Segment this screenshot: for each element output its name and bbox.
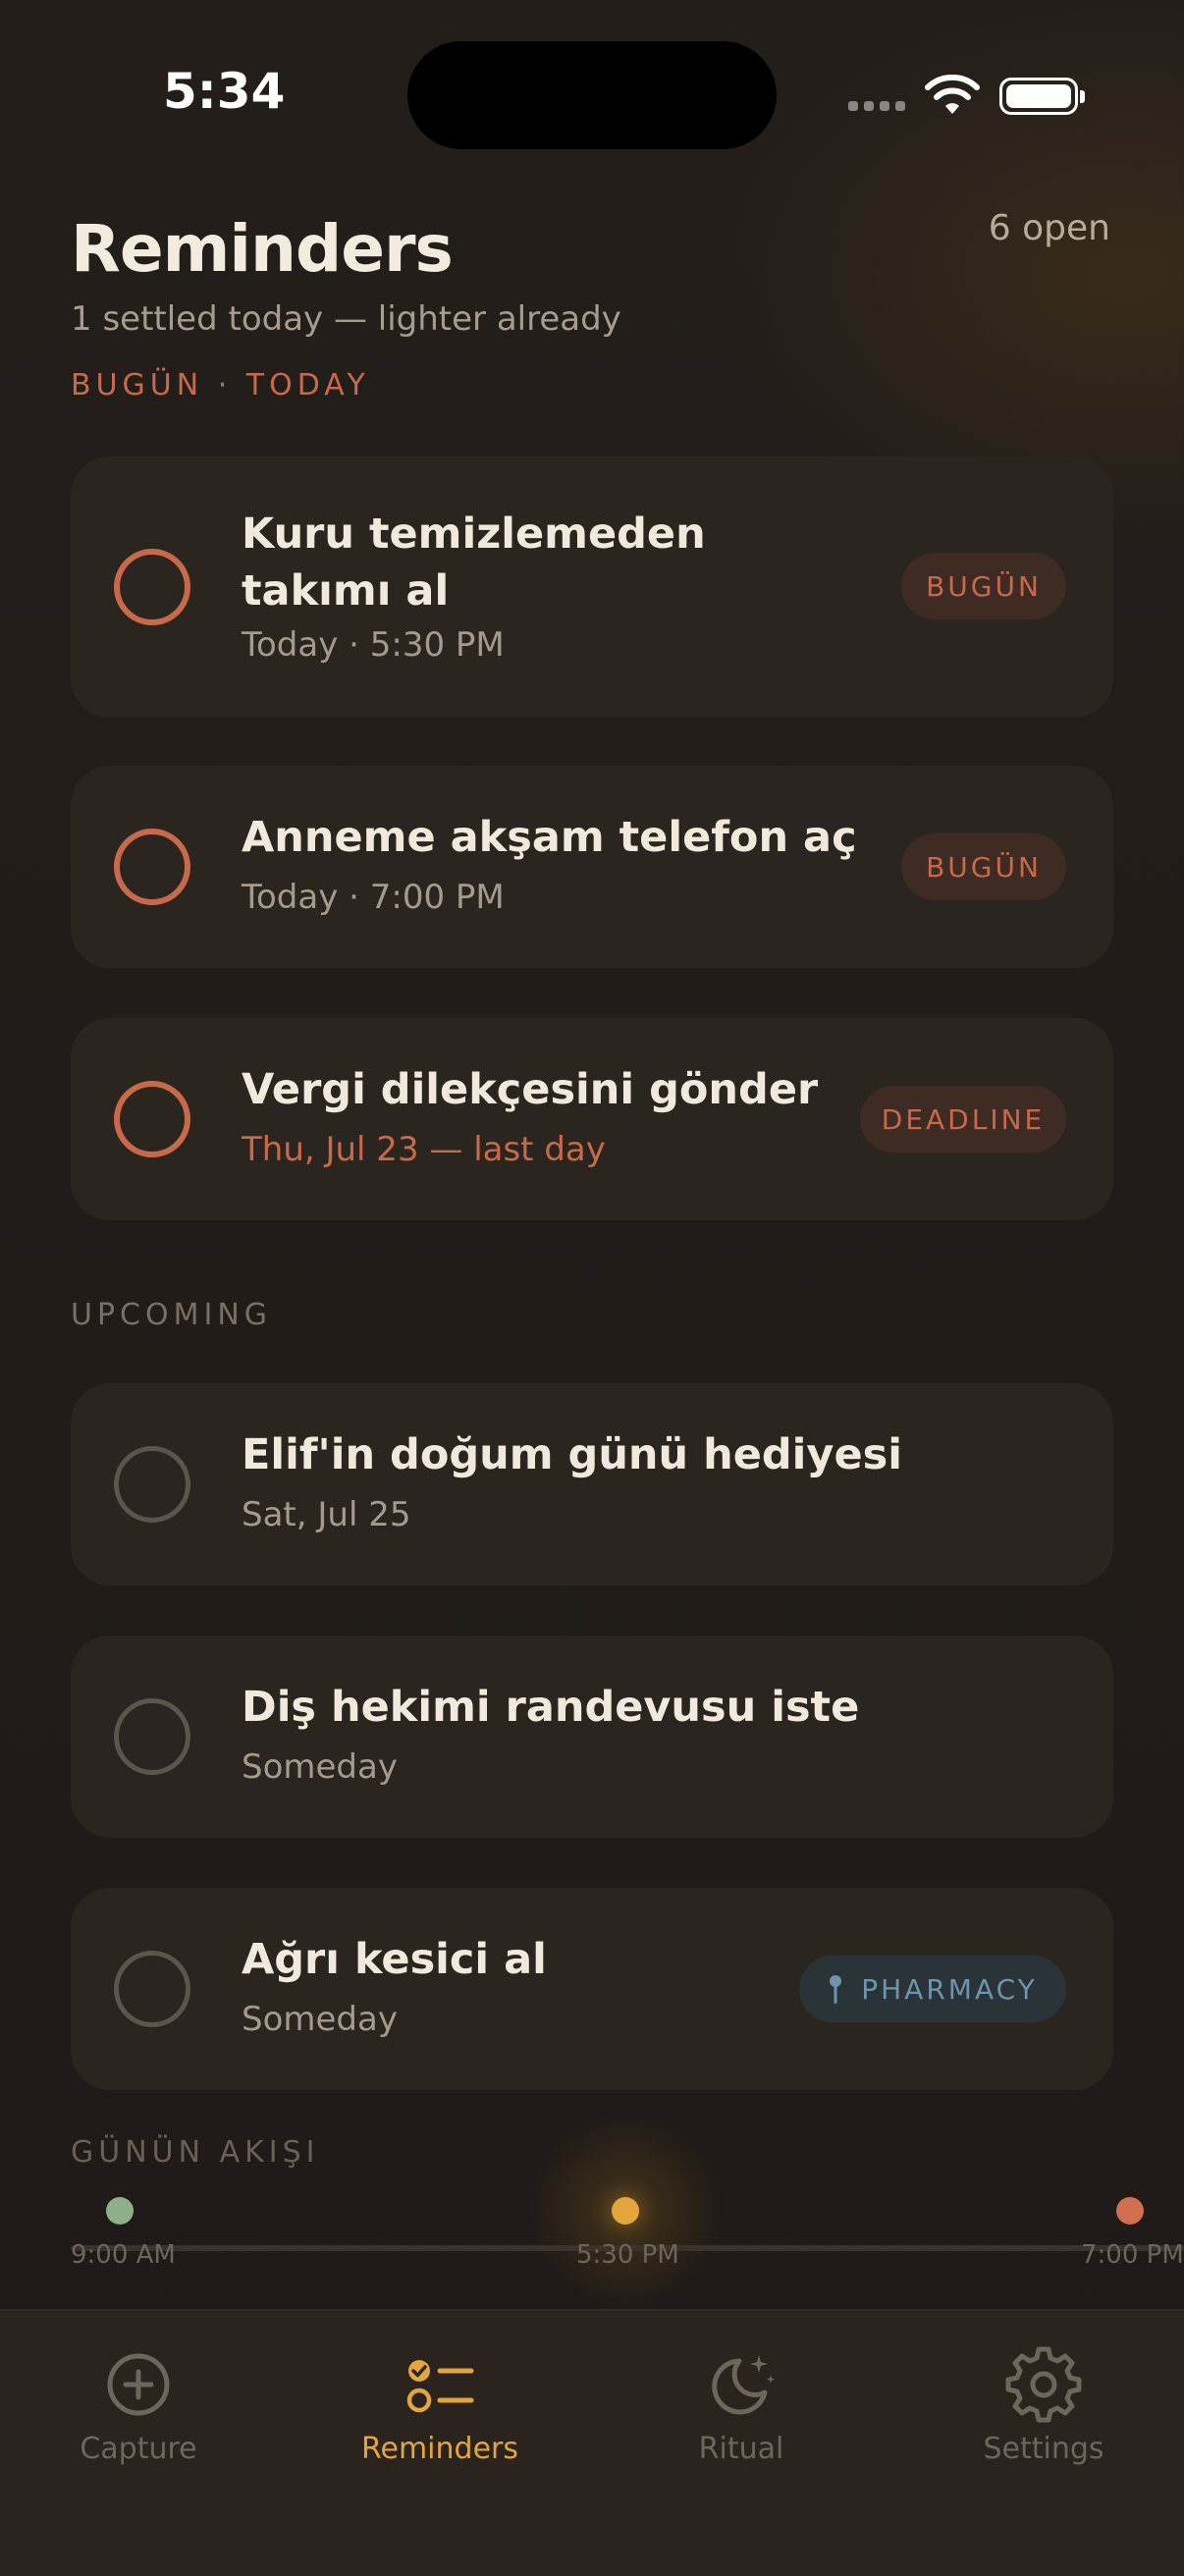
complete-checkbox[interactable] — [114, 549, 190, 625]
complete-checkbox[interactable] — [114, 1698, 190, 1775]
status-time: 5:34 — [163, 63, 286, 120]
reminder-card[interactable]: Ağrı kesici al Someday PHARMACY — [71, 1888, 1113, 2090]
location-badge: PHARMACY — [799, 1956, 1066, 2022]
timeline-dot[interactable] — [1116, 2197, 1144, 2225]
complete-checkbox[interactable] — [114, 1446, 190, 1523]
reminder-title: Vergi dilekçesini gönder — [242, 1065, 819, 1114]
reminder-title: Anneme akşam telefon aç — [242, 813, 857, 862]
timeline-time-label: 7:00 PM — [1081, 2240, 1184, 2270]
tab-label: Capture — [80, 2432, 197, 2466]
wifi-icon — [925, 75, 980, 114]
checklist-icon — [406, 2360, 474, 2413]
reminder-title: Kuru temizlemeden takımı al — [242, 506, 706, 619]
timeline-time-label: 5:30 PM — [576, 2240, 679, 2270]
reminder-title-line1: Kuru temizlemeden — [242, 510, 706, 559]
pin-icon — [830, 1975, 842, 2004]
tab-ritual[interactable]: Ritual — [594, 2345, 888, 2466]
section-header-today: BUGÜN · TODAY — [71, 368, 370, 402]
reminder-due: Someday — [242, 2000, 398, 2039]
reminder-card[interactable]: Diş hekimi randevusu iste Someday — [71, 1636, 1113, 1838]
moon-stars-icon — [712, 2355, 776, 2415]
reminder-due: Someday — [242, 1747, 398, 1787]
reminder-title: Diş hekimi randevusu iste — [242, 1683, 860, 1732]
complete-checkbox[interactable] — [114, 1081, 190, 1157]
cellular-signal-icon — [848, 101, 905, 111]
reminder-card[interactable]: Anneme akşam telefon aç Today · 7:00 PM … — [71, 766, 1113, 968]
reminder-due: Today · 7:00 PM — [242, 878, 505, 917]
plus-circle-icon — [107, 2353, 170, 2416]
tab-capture[interactable]: Capture — [0, 2345, 286, 2466]
timeline-dot-current[interactable] — [612, 2197, 639, 2225]
deadline-badge: DEADLINE — [860, 1086, 1066, 1153]
reminder-card[interactable]: Vergi dilekçesini gönder Thu, Jul 23 — l… — [71, 1018, 1113, 1220]
timeline-dot[interactable] — [106, 2197, 134, 2225]
complete-checkbox[interactable] — [114, 829, 190, 905]
reminder-due: Today · 5:30 PM — [242, 625, 505, 665]
reminder-card[interactable]: Elif'in doğum günü hediyesi Sat, Jul 25 — [71, 1383, 1113, 1585]
tab-label: Settings — [983, 2432, 1104, 2466]
tag-badge: BUGÜN — [901, 553, 1066, 619]
reminder-title: Elif'in doğum günü hediyesi — [242, 1430, 902, 1479]
reminder-due: Sat, Jul 25 — [242, 1495, 411, 1534]
section-header-day-flow: GÜNÜN AKIŞI — [71, 2135, 320, 2170]
reminder-deadline: Thu, Jul 23 — last day — [242, 1130, 606, 1169]
dynamic-island — [407, 41, 777, 149]
tag-badge: BUGÜN — [901, 833, 1066, 900]
tab-settings[interactable]: Settings — [896, 2345, 1184, 2466]
timeline-time-label: 9:00 AM — [71, 2240, 176, 2270]
tab-label: Ritual — [698, 2432, 784, 2466]
open-count: 6 open — [988, 208, 1110, 248]
section-header-upcoming: UPCOMING — [71, 1298, 273, 1332]
tab-reminders[interactable]: Reminders — [293, 2345, 587, 2466]
reminder-title: Ağrı kesici al — [242, 1935, 547, 1984]
reminder-title-line2: takımı al — [242, 566, 450, 616]
page-subtitle: 1 settled today — lighter already — [71, 299, 621, 339]
gear-icon — [1005, 2346, 1082, 2423]
location-badge-label: PHARMACY — [861, 1972, 1038, 2006]
page-title: Reminders — [71, 211, 454, 287]
tab-label: Reminders — [361, 2432, 518, 2466]
battery-icon — [999, 78, 1085, 115]
tab-bar: Capture Reminders Ritual Settings — [0, 2309, 1184, 2576]
complete-checkbox[interactable] — [114, 1951, 190, 2027]
reminder-card[interactable]: Kuru temizlemeden takımı al Today · 5:30… — [71, 456, 1113, 718]
